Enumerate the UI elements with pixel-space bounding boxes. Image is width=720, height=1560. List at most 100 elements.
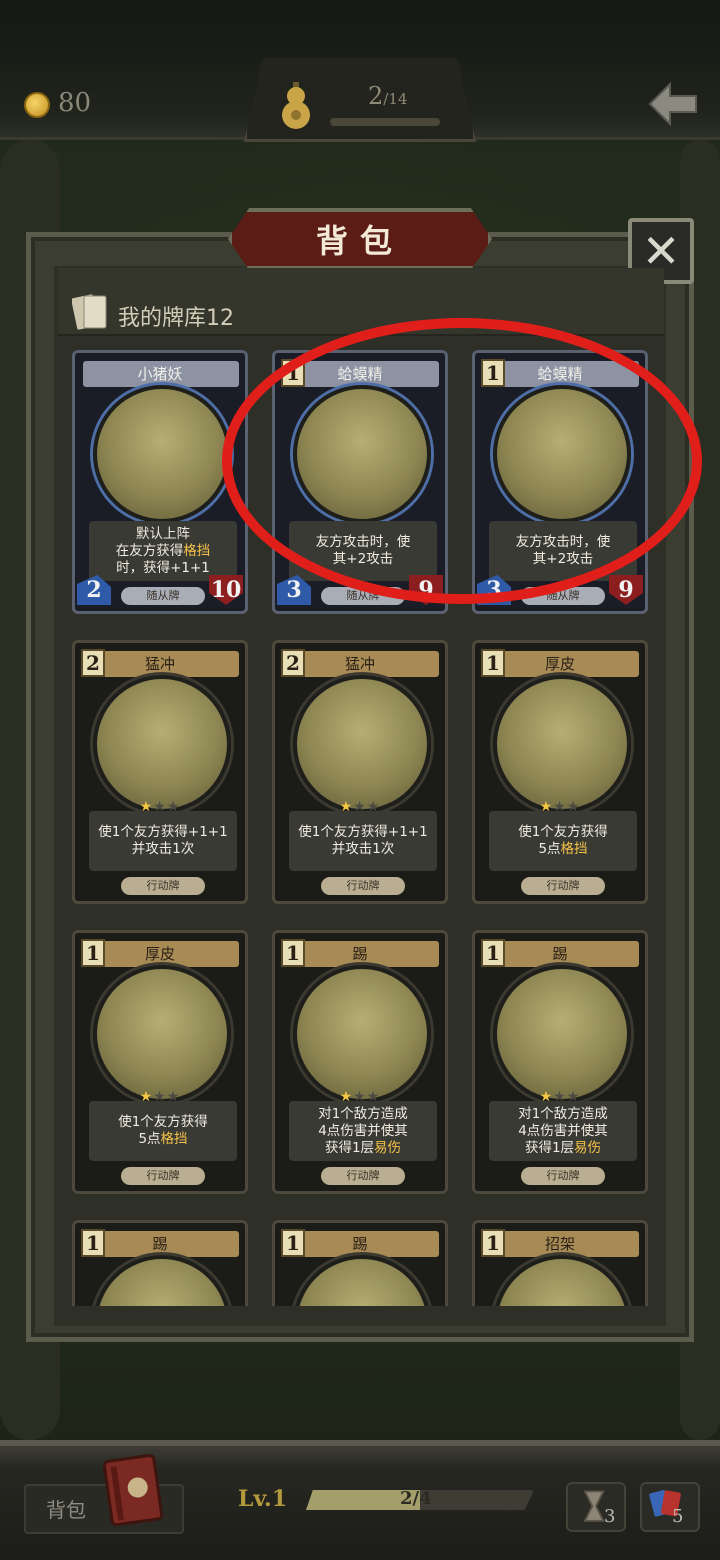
gourd-icon [282,82,310,129]
card[interactable]: 踢1 [272,1220,448,1306]
desc-text: 4点伤害并使其 [518,1122,608,1139]
card[interactable]: 招架 1 [472,1220,648,1306]
desc-line: 在友方获得格挡 [116,543,211,560]
desc-text: 5点 [538,841,561,857]
desc-text: 获得1层 [324,1139,375,1156]
card[interactable]: 猛冲 2 ★★★ 使1个友方获得+1+1 并攻击1次 行动牌 [272,640,448,904]
card-portrait [493,675,631,813]
card-cost: 1 [81,939,105,967]
cards-icon [649,1490,681,1517]
stage-counter: 2/14 [368,82,408,110]
card-description: 使1个友方获得+1+1 并攻击1次 [89,811,237,871]
panel-title: 背包 [315,222,404,260]
desc-text: 使1个友方获得+1+1 [98,824,228,840]
desc-line: 使1个友方获得 [518,824,608,841]
card[interactable]: 蛤蟆精 1 友方攻击时，使 其+2攻击 随从牌 3 9 [472,350,648,614]
desc-line: 并攻击1次 [132,841,195,858]
desc-line: 5点格挡 [538,841,587,858]
desc-text: 获得1层 [524,1139,575,1156]
card-portrait [493,385,631,523]
card-health: 9 [409,575,443,605]
card[interactable]: 猛冲 2 ★★★ 使1个友方获得+1+1 并攻击1次 行动牌 [72,640,248,904]
card-description: 对1个敌方造成 4点伤害并使其 获得1层易伤 [489,1101,637,1161]
desc-line: 使1个友方获得+1+1 [98,824,227,841]
bag-label: 背包 [46,1498,86,1522]
desc-text: 时，获得+1+1 [116,559,210,576]
desc-line: 并攻击1次 [332,841,395,858]
card[interactable]: 踢 1 ★★★ 对1个敌方造成 4点伤害并使其 获得1层易伤 行动牌 [272,930,448,1194]
deck-label: 我的牌库12 [118,306,234,331]
desc-text: 友方攻击时，使 [315,534,411,550]
card[interactable]: 小猪妖 默认上阵 在友方获得格挡 时，获得+1+1 随从牌 2 10 [72,350,248,614]
desc-line: 默认上阵 [136,526,190,543]
card-type-badge: 行动牌 [521,1167,605,1185]
card-description: 使1个友方获得+1+1 并攻击1次 [289,811,437,871]
desc-text: 对1个敌方造成 [318,1105,408,1122]
card-cost: 2 [81,649,105,677]
card-health: 10 [209,575,243,605]
hourglass-icon [583,1490,605,1522]
desc-line: 4点伤害并使其 [318,1123,408,1140]
card-cost: 1 [281,939,305,967]
card-portrait [293,1255,431,1306]
desc-line: 友方攻击时，使 [316,534,411,551]
card-type-badge: 随从牌 [321,587,405,605]
card-cost: 2 [281,649,305,677]
desc-text: 并攻击1次 [131,841,195,857]
desc-line: 时，获得+1+1 [116,560,210,577]
card[interactable]: 踢 1 ★★★ 对1个敌方造成 4点伤害并使其 获得1层易伤 行动牌 [472,930,648,1194]
deck-count: 5 [672,1506,684,1527]
card-description: 使1个友方获得 5点格挡 [89,1101,237,1161]
card-portrait [293,385,431,523]
deck-button[interactable] [640,1482,700,1532]
desc-text: 其+2攻击 [532,551,594,567]
desc-text: 默认上阵 [136,525,190,542]
card-portrait [493,965,631,1103]
xp-text: 2/4 [400,1488,432,1509]
desc-text: 其+2攻击 [332,551,394,567]
card-portrait [93,385,231,523]
card-description: 友方攻击时，使 其+2攻击 [489,521,637,581]
card-cost: 1 [81,1229,105,1257]
card[interactable]: 厚皮 1 ★★★ 使1个友方获得 5点格挡 行动牌 [72,930,248,1194]
card-portrait [293,965,431,1103]
hourglass-count: 3 [604,1506,616,1527]
card-cost: 1 [481,1229,505,1257]
card[interactable]: 厚皮 1 ★★★ 使1个友方获得 5点格挡 行动牌 [472,640,648,904]
deck-cards-icon [72,294,107,330]
card-portrait [93,1255,231,1306]
hourglass-button[interactable] [566,1482,626,1532]
card-portrait [93,965,231,1103]
coin-count: 80 [58,88,92,118]
stage-track [330,118,440,126]
coin-icon [24,92,50,118]
desc-line: 其+2攻击 [533,551,593,568]
level-label: Lv.1 [238,1486,288,1512]
book-icon[interactable] [102,1450,166,1528]
card-description: 使1个友方获得 5点格挡 [489,811,637,871]
card-cost: 1 [281,1229,305,1257]
desc-line: 对1个敌方造成 [518,1106,608,1123]
desc-line: 使1个友方获得 [118,1114,208,1131]
keyword: 易伤 [574,1139,602,1156]
desc-text: 4点伤害并使其 [318,1122,408,1139]
desc-line: 使1个友方获得+1+1 [298,824,427,841]
desc-text: 友方攻击时，使 [515,534,611,550]
desc-text: 5点 [138,1131,161,1147]
keyword: 格挡 [183,542,211,559]
card-cost: 1 [481,939,505,967]
keyword: 易伤 [374,1139,402,1156]
desc-text: 使1个友方获得+1+1 [298,824,428,840]
card-type-badge: 行动牌 [321,1167,405,1185]
card-portrait [93,675,231,813]
desc-line: 5点格挡 [138,1131,187,1148]
card-type-badge: 行动牌 [521,877,605,895]
desc-line: 对1个敌方造成 [318,1106,408,1123]
card[interactable]: 踢1 [72,1220,248,1306]
card[interactable]: 蛤蟆精 1 友方攻击时，使 其+2攻击 随从牌 3 9 [272,350,448,614]
card-type-badge: 行动牌 [121,877,205,895]
back-arrow-icon[interactable] [648,82,698,126]
desc-line: 获得1层易伤 [325,1140,401,1157]
card-cost: 1 [481,649,505,677]
card-portrait [493,1255,631,1306]
